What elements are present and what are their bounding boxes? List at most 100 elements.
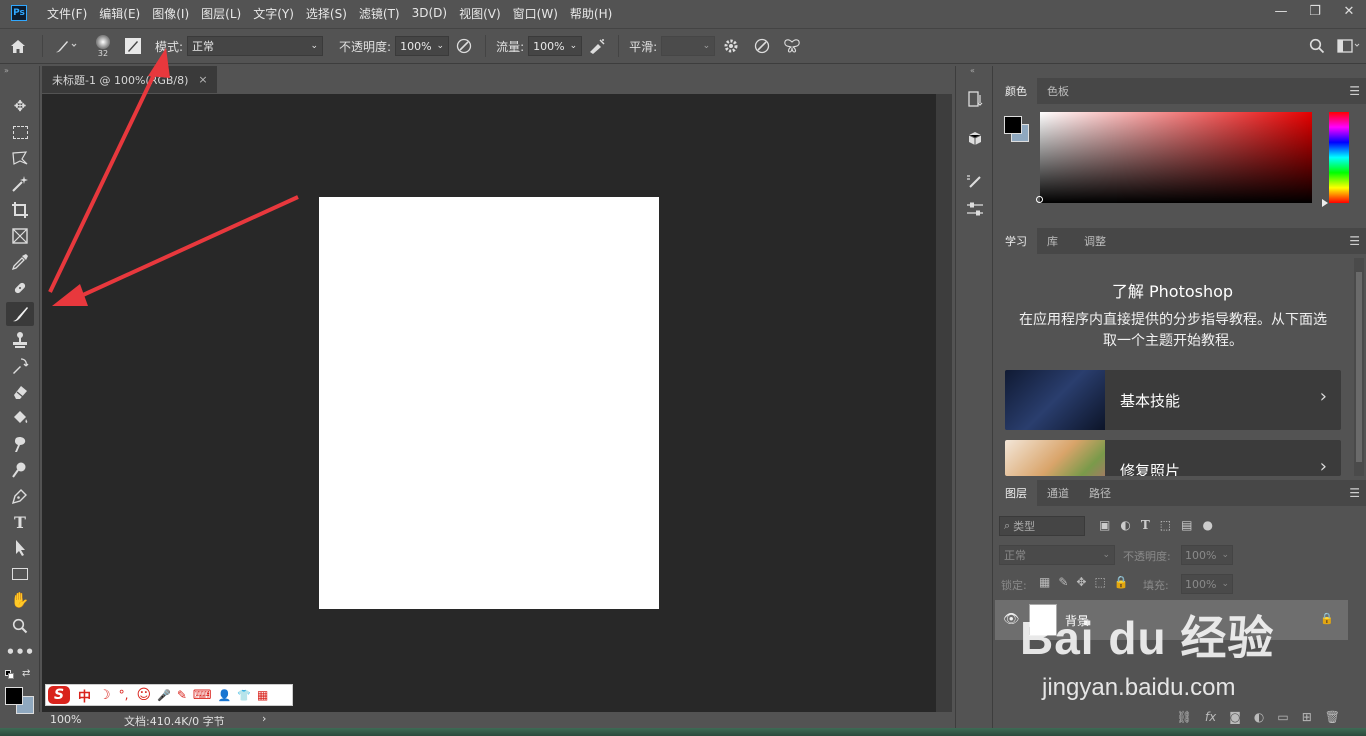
move-tool-icon[interactable]: ✥	[6, 94, 34, 118]
dodge-tool-icon[interactable]	[6, 458, 34, 482]
document-info[interactable]: 文档:410.4K/0 字节	[124, 713, 225, 729]
layer-opacity-input[interactable]: 100% ⌄	[1181, 545, 1233, 565]
default-colors-icon[interactable]	[5, 670, 15, 680]
new-group-icon[interactable]: ▭	[1277, 710, 1288, 724]
more-tools-icon[interactable]: •••	[6, 640, 35, 664]
scrollbar-thumb[interactable]	[1356, 272, 1362, 462]
hue-slider-handle[interactable]	[1322, 199, 1328, 207]
tab-adjustments[interactable]: 调整	[1074, 228, 1116, 254]
document-tab[interactable]: 未标题-1 @ 100%(RGB/8) ×	[42, 66, 217, 93]
menu-help[interactable]: 帮助(H)	[564, 5, 618, 22]
tab-learn[interactable]: 学习	[995, 228, 1037, 254]
adjustment-layer-icon[interactable]: ◐	[1254, 710, 1264, 724]
restore-button[interactable]: ❐	[1298, 0, 1332, 22]
type-filter-icon[interactable]: T	[1141, 518, 1150, 532]
smoothing-input[interactable]: ⌄	[661, 36, 716, 56]
smart-object-filter-icon[interactable]: ▤	[1181, 518, 1192, 532]
menu-image[interactable]: 图像(I)	[146, 5, 195, 22]
color-picker-field[interactable]	[1040, 112, 1312, 203]
color-panel-foreground-swatch[interactable]	[1004, 116, 1022, 134]
layer-blend-mode-select[interactable]: 正常 ⌄	[999, 545, 1115, 565]
home-icon[interactable]	[0, 39, 36, 54]
new-layer-icon[interactable]: ⊞	[1302, 710, 1312, 724]
collapse-toolbar-icon[interactable]: »	[4, 66, 9, 75]
minimize-button[interactable]: —	[1264, 0, 1298, 22]
tab-swatches[interactable]: 色板	[1037, 78, 1079, 104]
trash-icon[interactable]: 🗑	[1325, 710, 1340, 724]
layer-style-icon[interactable]: fx	[1205, 710, 1216, 724]
close-tab-icon[interactable]: ×	[198, 73, 207, 86]
ime-toolbox-icon[interactable]: ▦	[257, 688, 268, 702]
close-button[interactable]: ✕	[1332, 0, 1366, 22]
hand-tool-icon[interactable]: ✋	[6, 588, 34, 612]
panel-menu-icon[interactable]: ☰	[1349, 486, 1360, 500]
document-canvas[interactable]	[319, 197, 659, 609]
opacity-input[interactable]: 100% ⌄	[395, 36, 450, 56]
pixel-filter-icon[interactable]: ▣	[1099, 518, 1110, 532]
ime-handwriting-icon[interactable]: ✎	[177, 688, 187, 702]
workspace-switcher-icon[interactable]	[1332, 39, 1366, 53]
rectangle-tool-icon[interactable]	[6, 562, 34, 586]
add-mask-icon[interactable]: ◙	[1229, 710, 1241, 724]
search-icon[interactable]	[1302, 38, 1332, 54]
ime-punctuation-icon[interactable]: °,	[119, 688, 129, 702]
menu-filter[interactable]: 滤镜(T)	[353, 5, 406, 22]
zoom-level[interactable]: 100%	[50, 713, 81, 726]
brush-settings-panel-icon[interactable]	[964, 170, 986, 192]
eyedropper-tool-icon[interactable]	[6, 250, 34, 274]
lock-all-icon[interactable]: 🔒	[1114, 575, 1129, 589]
tab-paths[interactable]: 路径	[1079, 480, 1121, 506]
pressure-size-icon[interactable]	[747, 38, 777, 54]
gear-icon[interactable]	[715, 38, 747, 54]
swap-colors-icon[interactable]: ⇄	[22, 668, 30, 679]
lock-position-icon[interactable]: ✥	[1076, 575, 1086, 589]
history-panel-icon[interactable]	[964, 88, 986, 110]
menu-window[interactable]: 窗口(W)	[507, 5, 564, 22]
rectangular-marquee-tool-icon[interactable]	[6, 120, 34, 144]
magic-wand-tool-icon[interactable]	[6, 172, 34, 196]
toggle-brush-settings-icon[interactable]	[123, 37, 143, 55]
adjustment-filter-icon[interactable]: ◐	[1120, 518, 1130, 532]
eye-visibility-icon[interactable]: 👁	[1003, 612, 1020, 627]
ime-halfwidth-icon[interactable]: ☽	[99, 688, 111, 703]
zoom-tool-icon[interactable]	[6, 614, 34, 638]
lasso-tool-icon[interactable]	[6, 146, 34, 170]
color-picker-cursor[interactable]	[1036, 196, 1043, 203]
tutorial-card-fix-photos[interactable]: 修复照片 ›	[1005, 440, 1341, 476]
tab-layers[interactable]: 图层	[995, 480, 1037, 506]
type-tool-icon[interactable]: T	[6, 510, 34, 534]
sogou-logo-icon[interactable]: S	[48, 686, 70, 704]
path-selection-tool-icon[interactable]	[6, 536, 34, 560]
pressure-opacity-icon[interactable]	[449, 38, 479, 54]
menu-3d[interactable]: 3D(D)	[406, 6, 453, 20]
pen-tool-icon[interactable]	[6, 484, 34, 508]
flow-input[interactable]: 100% ⌄	[528, 36, 583, 56]
tutorial-card-basic-skills[interactable]: 基本技能 ›	[1005, 370, 1341, 430]
eraser-tool-icon[interactable]	[6, 380, 34, 404]
panel-menu-icon[interactable]: ☰	[1349, 84, 1360, 98]
menu-type[interactable]: 文字(Y)	[247, 5, 300, 22]
ime-keyboard-icon[interactable]: ⌨	[193, 688, 212, 703]
history-brush-tool-icon[interactable]	[6, 354, 34, 378]
layer-filter-select[interactable]: ⌕ 类型	[999, 516, 1085, 536]
tab-color[interactable]: 颜色	[995, 78, 1037, 104]
foreground-color-swatch[interactable]	[5, 687, 23, 705]
frame-tool-icon[interactable]	[6, 224, 34, 248]
tab-channels[interactable]: 通道	[1037, 480, 1079, 506]
airbrush-icon[interactable]	[582, 38, 612, 54]
healing-brush-tool-icon[interactable]	[6, 276, 34, 300]
expand-panels-icon[interactable]: «	[970, 66, 975, 75]
mode-select[interactable]: 正常 ⌄	[187, 36, 324, 56]
ime-emoji-icon[interactable]: ☺	[137, 687, 152, 703]
ime-voice-icon[interactable]: 🎤	[157, 689, 171, 702]
vertical-scrollbar[interactable]	[936, 94, 952, 712]
brush-size-picker[interactable]: 32	[83, 34, 123, 58]
brush-tool-icon[interactable]	[6, 302, 34, 326]
hue-slider[interactable]	[1329, 112, 1349, 203]
crop-tool-icon[interactable]	[6, 198, 34, 222]
smudge-tool-icon[interactable]	[6, 432, 34, 456]
symmetry-butterfly-icon[interactable]	[777, 38, 807, 54]
tab-libraries[interactable]: 库	[1037, 228, 1068, 254]
menu-layer[interactable]: 图层(L)	[195, 5, 247, 22]
brush-preset-picker-icon[interactable]	[49, 38, 83, 54]
